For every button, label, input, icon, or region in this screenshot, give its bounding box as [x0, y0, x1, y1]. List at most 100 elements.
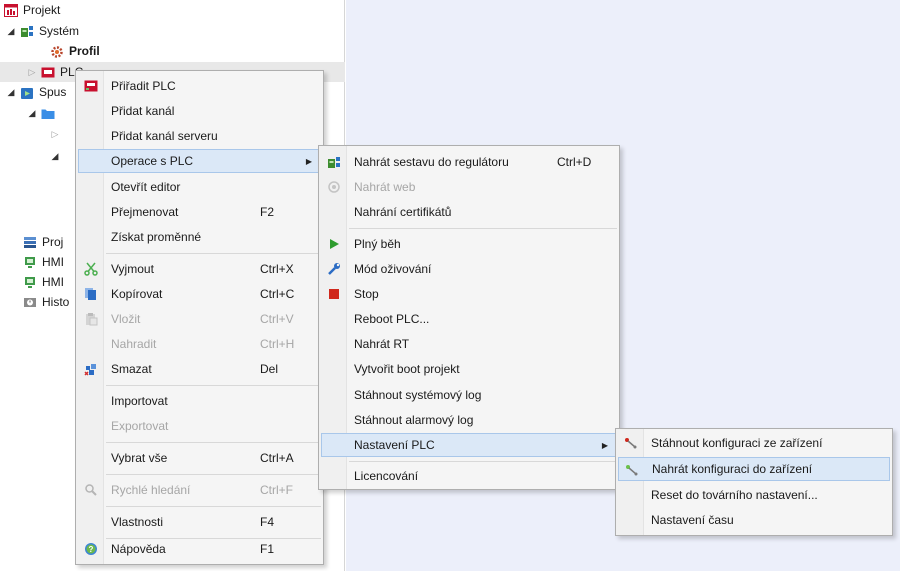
menu-item-reboot-plc[interactable]: Reboot PLC... — [321, 307, 617, 331]
delete-icon — [84, 362, 98, 376]
menu-item-label: Stáhnout konfiguraci ze zařízení — [651, 436, 823, 450]
menu-item-label: Vytvořit boot projekt — [354, 362, 460, 376]
tree-node-folder[interactable]: ◢ — [27, 103, 60, 123]
menu-item-factory-reset[interactable]: Reset do továrního nastavení... — [618, 483, 890, 507]
menu-item-copy[interactable]: Kopírovat Ctrl+C — [78, 282, 321, 306]
menu-item-label: Vybrat vše — [111, 451, 168, 465]
menu-item-shortcut: F4 — [260, 515, 275, 529]
menu-separator — [349, 228, 617, 229]
menu-separator — [349, 461, 617, 462]
tree-node-projekt[interactable]: Projekt — [4, 0, 60, 20]
menu-item-label: Mód oživování — [354, 262, 432, 276]
menu-item-label: Přejmenovat — [111, 205, 179, 219]
help-icon: ? — [84, 542, 98, 556]
tree-node-hmi[interactable]: HMI — [23, 272, 64, 292]
menu-item-assign-plc[interactable]: Přiřadit PLC — [78, 74, 321, 98]
menu-separator — [106, 474, 321, 475]
expand-open-icon[interactable]: ◢ — [27, 108, 37, 119]
menu-item-plc-operations[interactable]: Operace s PLC ▶ — [78, 149, 321, 173]
menu-item-import[interactable]: Importovat — [78, 389, 321, 413]
menu-item-add-channel[interactable]: Přidat kanál — [78, 99, 321, 123]
wrench-icon — [327, 262, 341, 276]
menu-item-label: Nastavení času — [651, 513, 734, 527]
menu-item-shortcut: F2 — [260, 205, 275, 219]
menu-item-licensing[interactable]: Licencování — [321, 464, 617, 488]
tree-label-hmi: HMI — [42, 275, 64, 289]
menu-separator — [106, 442, 321, 443]
menu-item-download-alarm-log[interactable]: Stáhnout alarmový log — [321, 408, 617, 432]
menu-item-label: Nahrání certifikátů — [354, 205, 452, 219]
tree-node-profil[interactable]: Profil — [50, 41, 100, 61]
menu-item-label: Reset do továrního nastavení... — [651, 488, 818, 502]
menu-item-add-server-channel[interactable]: Přidat kanál serveru — [78, 124, 321, 148]
menu-item-paste[interactable]: Vložit Ctrl+V — [78, 307, 321, 331]
menu-item-shortcut: Ctrl+X — [260, 262, 294, 276]
menu-item-create-boot-project[interactable]: Vytvořit boot projekt — [321, 357, 617, 381]
menu-item-rename[interactable]: Přejmenovat F2 — [78, 200, 321, 224]
plc-icon — [41, 66, 55, 79]
tree-node-child[interactable]: ◢ — [50, 146, 60, 166]
submenu-plc-settings: Stáhnout konfiguraci ze zařízení Nahrát … — [615, 428, 893, 536]
menu-item-upload-rt[interactable]: Nahrát RT — [321, 332, 617, 356]
menu-item-delete[interactable]: Smazat Del — [78, 357, 321, 381]
menu-item-label: Přidat kanál serveru — [111, 129, 218, 143]
expand-closed-icon[interactable]: ▷ — [50, 129, 60, 140]
menu-item-upload-certificates[interactable]: Nahrání certifikátů — [321, 200, 617, 224]
menu-item-label: Importovat — [111, 394, 168, 408]
search-icon — [84, 483, 98, 497]
menu-item-shortcut: Ctrl+H — [260, 337, 295, 351]
expand-open-icon[interactable]: ◢ — [6, 87, 16, 98]
menu-item-help[interactable]: ? Nápověda F1 — [78, 537, 321, 561]
tree-label-proj: Proj — [42, 235, 64, 249]
menu-item-export[interactable]: Exportovat — [78, 414, 321, 438]
paste-icon — [84, 312, 98, 326]
menu-item-quick-search[interactable]: Rychlé hledání Ctrl+F — [78, 478, 321, 502]
menu-separator — [106, 253, 321, 254]
tree-node-proj[interactable]: Proj — [23, 232, 63, 252]
menu-item-select-all[interactable]: Vybrat vše Ctrl+A — [78, 446, 321, 470]
hmi-icon — [23, 276, 37, 289]
tree-node-hmi[interactable]: HMI — [23, 252, 64, 272]
menu-item-upload-to-controller[interactable]: Nahrát sestavu do regulátoru Ctrl+D — [321, 150, 617, 174]
menu-item-plc-settings[interactable]: Nastavení PLC ▶ — [321, 433, 617, 457]
expand-open-icon[interactable]: ◢ — [50, 151, 60, 162]
menu-item-upload-web[interactable]: Nahrát web — [321, 175, 617, 199]
menu-item-shortcut: F1 — [260, 542, 275, 556]
menu-item-get-variables[interactable]: Získat proměnné — [78, 225, 321, 249]
menu-item-open-editor[interactable]: Otevřít editor — [78, 175, 321, 199]
menu-item-stop[interactable]: Stop — [321, 282, 617, 306]
submenu-arrow-icon: ▶ — [305, 156, 312, 166]
copy-icon — [84, 287, 98, 301]
submenu-arrow-icon: ▶ — [601, 440, 608, 450]
menu-item-label: Licencování — [354, 469, 419, 483]
menu-item-label: Reboot PLC... — [354, 312, 430, 326]
system-icon — [327, 155, 341, 169]
expand-open-icon[interactable]: ◢ — [6, 26, 16, 37]
menu-item-time-settings[interactable]: Nastavení času — [618, 508, 890, 532]
tree-label-projekt: Projekt — [23, 3, 61, 17]
menu-item-label: Vyjmout — [111, 262, 154, 276]
menu-item-download-system-log[interactable]: Stáhnout systémový log — [321, 383, 617, 407]
menu-item-download-config[interactable]: Stáhnout konfiguraci ze zařízení — [618, 431, 890, 455]
expand-closed-icon[interactable]: ▷ — [27, 67, 37, 78]
gear-icon — [50, 45, 64, 58]
menu-item-label: Nahrát sestavu do regulátoru — [354, 155, 509, 169]
tree-node-history[interactable]: Histo — [23, 292, 69, 312]
menu-item-shortcut: Ctrl+V — [260, 312, 294, 326]
tree-label-history: Histo — [42, 295, 70, 309]
menu-item-cut[interactable]: Vyjmout Ctrl+X — [78, 257, 321, 281]
menu-item-upload-config[interactable]: Nahrát konfiguraci do zařízení — [618, 457, 890, 481]
menu-item-label: Vložit — [111, 312, 141, 326]
menu-item-replace[interactable]: Nahradit Ctrl+H — [78, 332, 321, 356]
menu-item-label: Operace s PLC — [111, 154, 194, 168]
menu-item-properties[interactable]: Vlastnosti F4 — [78, 510, 321, 534]
svg-text:?: ? — [89, 545, 94, 554]
tree-node-system[interactable]: ◢ Systém — [6, 21, 79, 41]
system-icon — [20, 25, 34, 38]
tree-node-child[interactable]: ▷ — [50, 124, 60, 144]
tree-label-system: Systém — [39, 24, 80, 38]
tree-node-spus[interactable]: ◢ Spus — [6, 82, 67, 102]
tree-label-hmi: HMI — [42, 255, 64, 269]
menu-item-debug-mode[interactable]: Mód oživování — [321, 257, 617, 281]
menu-item-full-run[interactable]: Plný běh — [321, 232, 617, 256]
